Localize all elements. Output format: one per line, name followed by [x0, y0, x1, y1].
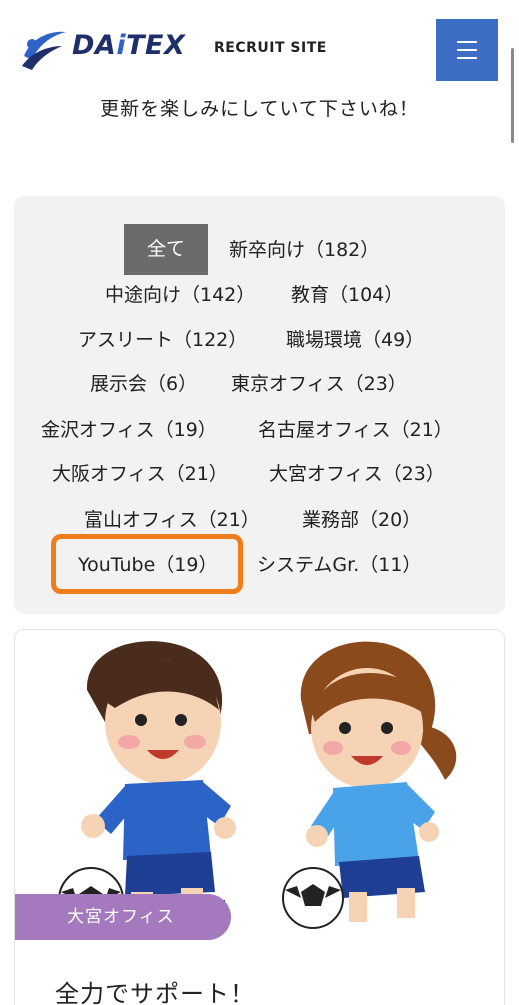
filter-chip[interactable]: 業務部（20） — [302, 500, 421, 540]
filter-chip[interactable]: 金沢オフィス（19） — [41, 410, 217, 450]
filter-chip[interactable]: アスリート（122） — [78, 320, 247, 360]
soccer-ball-right — [282, 867, 344, 929]
hamburger-menu-button[interactable] — [436, 19, 498, 81]
filter-chip[interactable]: 中途向け（142） — [105, 275, 255, 315]
filter-chip-all[interactable]: 全て — [124, 224, 208, 275]
logo-wordmark: DAiTEX — [72, 30, 186, 61]
intro-text: 更新を楽しみにしていて下さいね！ — [100, 98, 419, 120]
menu-icon-bar — [457, 41, 477, 43]
filter-chip[interactable]: 東京オフィス（23） — [231, 364, 407, 404]
article-card[interactable]: 大宮オフィス 全力でサポート！ — [14, 629, 505, 1005]
youtube-highlight-outline — [51, 534, 243, 594]
filter-chip[interactable]: 職場環境（49） — [286, 320, 424, 360]
filter-chip[interactable]: 大宮オフィス（23） — [269, 454, 445, 494]
logo-swoosh-icon — [22, 31, 66, 70]
filter-chip[interactable]: システムGr.（11） — [257, 545, 421, 585]
daitex-logo[interactable]: DAiTEX — [20, 26, 195, 74]
category-tag[interactable]: 大宮オフィス — [15, 894, 231, 940]
filter-chip[interactable]: 大阪オフィス（21） — [52, 454, 228, 494]
filter-chip[interactable]: 教育（104） — [291, 275, 403, 315]
menu-icon-bar — [457, 49, 477, 51]
filter-chip[interactable]: 展示会（6） — [90, 364, 197, 404]
article-title[interactable]: 全力でサポート！ — [55, 974, 255, 1005]
menu-icon-bar — [457, 57, 477, 59]
filter-chip[interactable]: 新卒向け（182） — [229, 230, 379, 270]
site-label: RECRUIT SITE — [214, 40, 327, 56]
site-header: DAiTEX RECRUIT SITE — [0, 0, 519, 90]
filter-chip[interactable]: 名古屋オフィス（21） — [258, 410, 453, 450]
